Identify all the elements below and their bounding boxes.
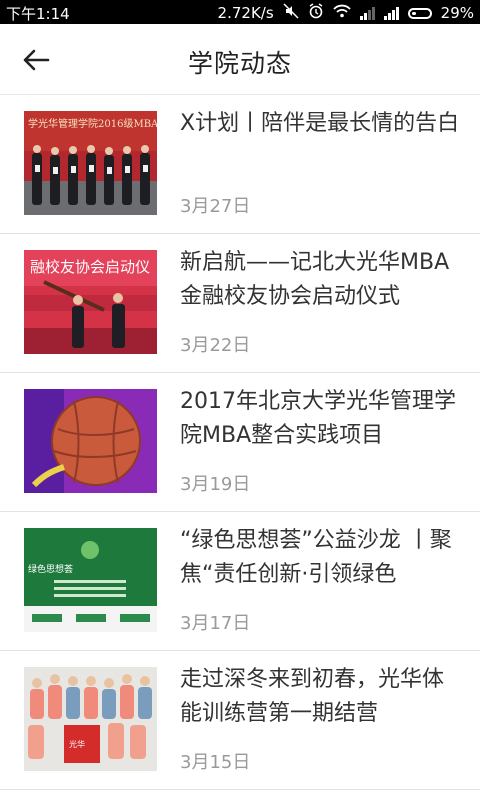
news-date: 3月27日 — [180, 196, 251, 217]
news-thumbnail — [24, 389, 157, 493]
thumb-caption: 融校友协会启动仪 — [30, 258, 150, 276]
signal-icon — [359, 6, 375, 20]
news-item[interactable]: 绿色思想荟 “绿色思想荟”公益沙龙 丨聚焦“责任创新·引领绿色 3月17日 — [0, 512, 480, 651]
alarm-icon — [308, 3, 324, 23]
news-date: 3月17日 — [180, 613, 251, 634]
thumb-caption: 绿色思想荟 — [28, 563, 73, 575]
thumb-caption: 学光华管理学院2016级MBA 校友导师启动仪式 — [28, 117, 157, 130]
page-title: 学院动态 — [187, 49, 292, 78]
news-title: 新启航——记北大光华MBA 金融校友协会启动仪式 — [180, 250, 450, 309]
news-title: X计划丨陪伴是最长情的告白 — [180, 111, 460, 136]
signal-icon — [383, 6, 399, 20]
news-title: 2017年北京大学光华管理学院MBA整合实践项目 — [180, 389, 456, 448]
news-item[interactable]: 2017年北京大学光华管理学院MBA整合实践项目 3月19日 — [0, 373, 480, 512]
status-bar: 下午1:14 2.72K/s 29% — [0, 0, 480, 24]
wifi-icon — [333, 4, 351, 22]
news-thumbnail: 融校友协会启动仪 — [24, 250, 157, 354]
svg-text:光华: 光华 — [69, 739, 85, 749]
news-thumbnail: 学光华管理学院2016级MBA 校友导师启动仪式 — [24, 111, 157, 215]
news-item[interactable]: 光华 走过深冬来到初春，光华体能训练营第一期结营 3月15日 — [0, 651, 480, 790]
news-item[interactable]: 学光华管理学院2016级MBA 校友导师启动仪式 — [0, 95, 480, 234]
news-date: 3月15日 — [180, 752, 251, 773]
news-title: 走过深冬来到初春，光华体能训练营第一期结营 — [180, 667, 445, 726]
news-title: “绿色思想荟”公益沙龙 丨聚焦“责任创新·引领绿色 — [180, 528, 452, 587]
battery-icon — [407, 7, 432, 19]
news-date: 3月19日 — [180, 474, 251, 495]
battery-percent: 29% — [440, 4, 474, 22]
news-thumbnail: 光华 — [24, 667, 157, 771]
news-item[interactable]: 融校友协会启动仪 新启航——记北大光华MBA 金融校友协会启动仪式 3月22日 — [0, 234, 480, 373]
news-thumbnail: 绿色思想荟 — [24, 528, 157, 632]
mute-icon — [283, 3, 299, 23]
news-list: 学光华管理学院2016级MBA 校友导师启动仪式 — [0, 95, 480, 790]
app-bar: 学院动态 — [0, 24, 480, 95]
network-speed: 2.72K/s — [217, 4, 274, 22]
news-date: 3月22日 — [180, 335, 251, 356]
status-time: 下午1:14 — [6, 5, 70, 23]
